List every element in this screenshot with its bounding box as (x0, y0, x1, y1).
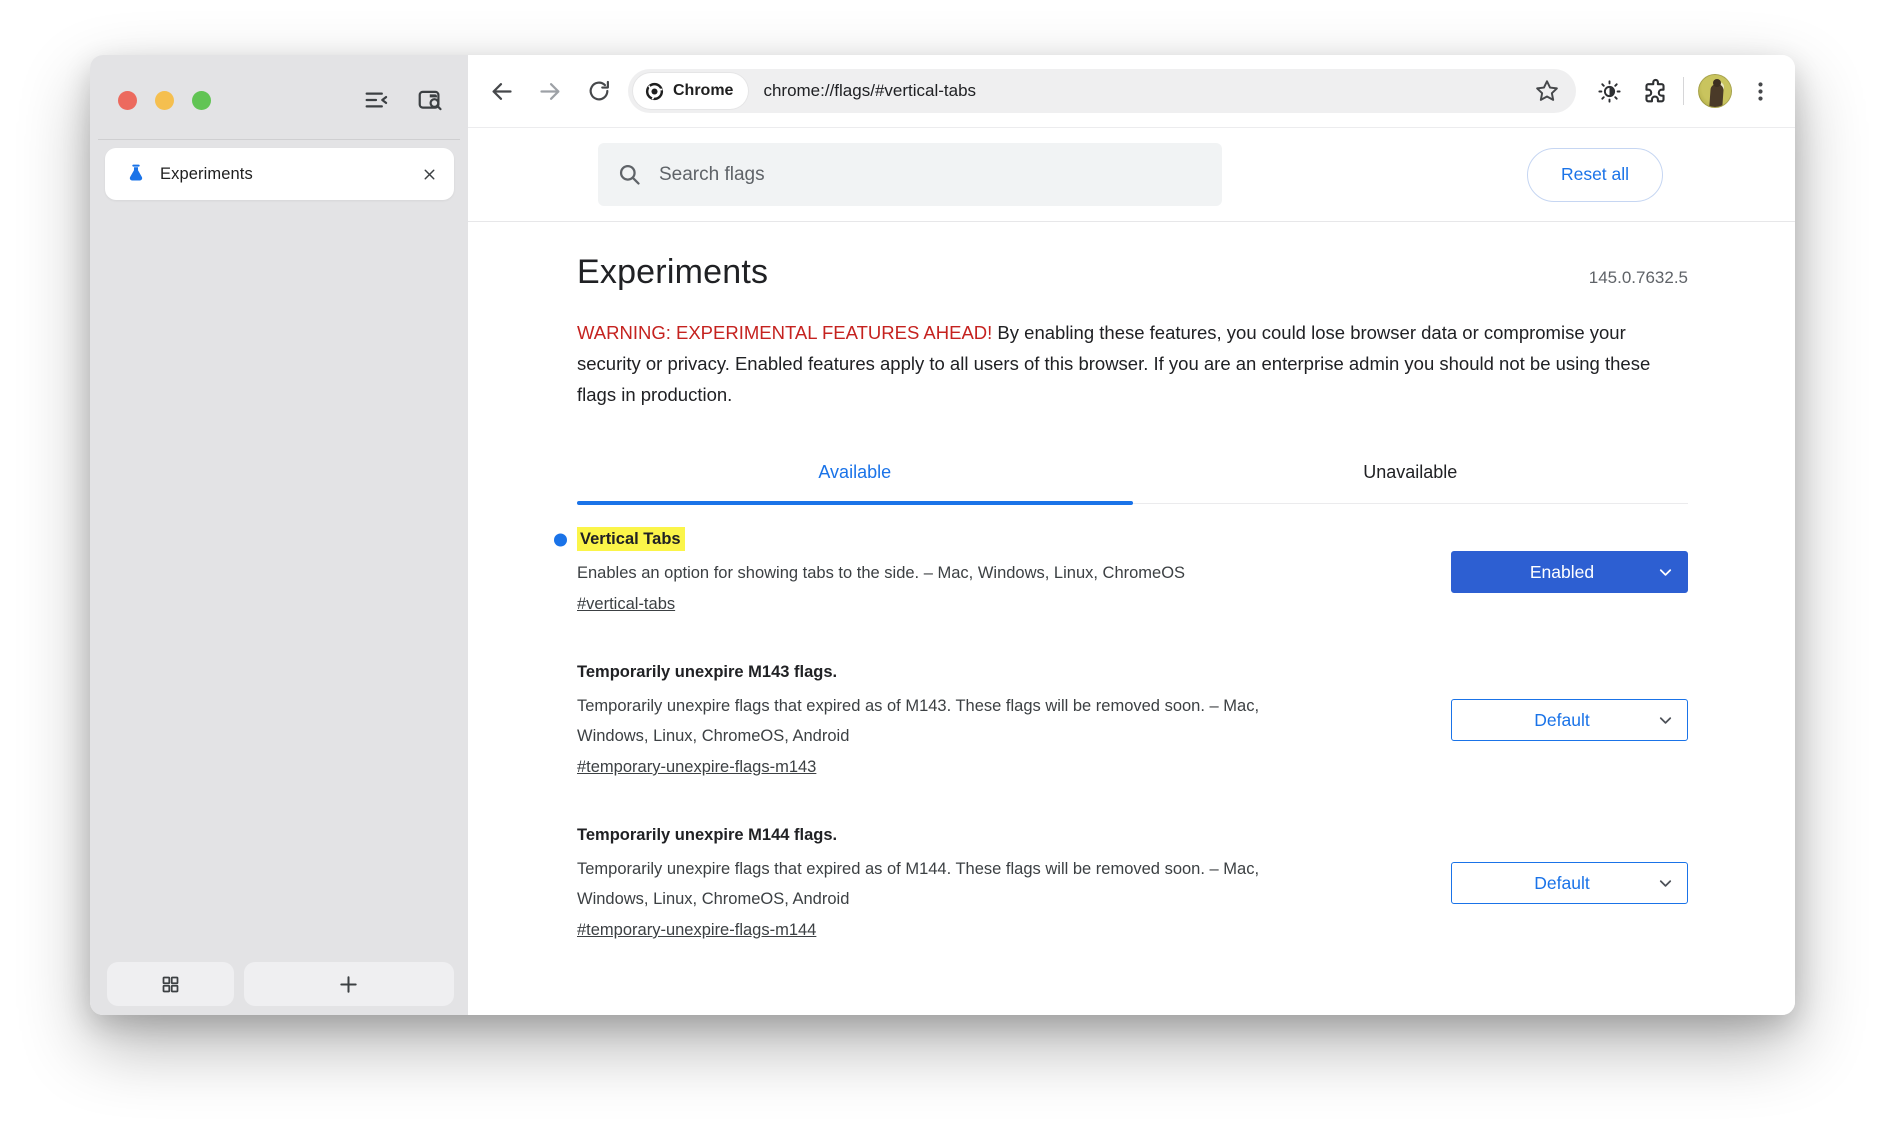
back-button[interactable] (488, 78, 515, 105)
flag-row-vertical-tabs: Vertical Tabs Enables an option for show… (577, 530, 1688, 614)
desktop: Experiments (0, 0, 1879, 1134)
flag-select-vertical-tabs[interactable]: Enabled (1451, 551, 1688, 593)
new-tab-button[interactable] (244, 962, 455, 1006)
tab-title: Experiments (160, 165, 421, 184)
browser-menu-button[interactable] (1748, 79, 1773, 104)
sidebar-divider (98, 139, 460, 140)
reload-icon (586, 78, 612, 104)
flag-permalink[interactable]: #temporary-unexpire-flags-m143 (577, 758, 816, 777)
close-window-button[interactable] (118, 91, 137, 110)
avatar (1698, 74, 1732, 108)
flag-permalink[interactable]: #temporary-unexpire-flags-m144 (577, 921, 816, 940)
window-controls (118, 91, 211, 110)
collapse-sidebar-icon (362, 86, 390, 114)
flag-description: Enables an option for showing tabs to th… (577, 558, 1185, 588)
search-flags-input[interactable] (659, 164, 1204, 186)
chrome-logo-icon (644, 81, 665, 102)
star-icon (1534, 78, 1560, 104)
tab-unavailable[interactable]: Unavailable (1133, 454, 1689, 503)
flag-select-value: Enabled (1468, 562, 1656, 583)
flag-select-unexpire-m144[interactable]: Default (1451, 862, 1688, 904)
collapse-sidebar-button[interactable] (362, 86, 390, 114)
experimental-warning: WARNING: EXPERIMENTAL FEATURES AHEAD! By… (577, 317, 1688, 410)
flags-page-header: Reset all (468, 128, 1795, 222)
sidebar-empty-area (90, 200, 468, 962)
flag-title: Vertical Tabs (577, 527, 685, 551)
toolbar-actions (1596, 74, 1773, 108)
vertical-tabs-sidebar: Experiments (90, 55, 468, 1015)
availability-tabs: Available Unavailable (577, 454, 1688, 503)
close-icon (421, 166, 438, 183)
chevron-down-icon (1656, 874, 1675, 893)
browser-window: Experiments (90, 55, 1795, 1015)
flags-content: Experiments 145.0.7632.5 WARNING: EXPERI… (468, 222, 1795, 1015)
minimize-window-button[interactable] (155, 91, 174, 110)
forward-arrow-icon (537, 78, 564, 105)
address-bar[interactable]: Chrome chrome://flags/#vertical-tabs (628, 69, 1576, 113)
sidebar-footer (90, 962, 468, 1015)
chevron-down-icon (1656, 711, 1675, 730)
grid-icon (160, 974, 181, 995)
site-info-chip[interactable]: Chrome (633, 73, 748, 109)
flag-select-value: Default (1468, 710, 1656, 731)
zoom-window-button[interactable] (192, 91, 211, 110)
tab-search-button[interactable] (416, 86, 444, 114)
tab-experiments[interactable]: Experiments (105, 148, 454, 200)
tab-available[interactable]: Available (577, 454, 1133, 503)
reset-all-button[interactable]: Reset all (1527, 148, 1663, 202)
three-dot-menu-icon (1748, 79, 1773, 104)
toolbar-separator (1683, 77, 1684, 105)
site-chip-label: Chrome (673, 82, 733, 100)
search-flags-box[interactable] (598, 143, 1222, 206)
flag-description: Temporarily unexpire flags that expired … (577, 691, 1307, 751)
theme-toggle-button[interactable] (1596, 78, 1623, 105)
plus-icon (337, 973, 360, 996)
puzzle-piece-icon (1641, 77, 1669, 105)
flag-description: Temporarily unexpire flags that expired … (577, 854, 1307, 914)
flag-select-value: Default (1468, 873, 1656, 894)
browser-toolbar: Chrome chrome://flags/#vertical-tabs (468, 55, 1795, 128)
brightness-icon (1596, 78, 1623, 105)
tab-close-button[interactable] (421, 166, 438, 183)
flags-flask-icon (125, 163, 147, 185)
profile-button[interactable] (1698, 74, 1732, 108)
tab-groups-button[interactable] (107, 962, 234, 1006)
tab-search-icon (416, 86, 444, 114)
flag-title: Temporarily unexpire M144 flags. (577, 826, 837, 844)
page-title: Experiments (577, 253, 768, 292)
back-arrow-icon (488, 78, 515, 105)
bookmark-button[interactable] (1534, 78, 1560, 104)
selected-flag-dot (554, 533, 567, 546)
flag-row-unexpire-m143: Temporarily unexpire M143 flags. Tempora… (577, 663, 1688, 777)
flag-row-unexpire-m144: Temporarily unexpire M144 flags. Tempora… (577, 826, 1688, 940)
warning-emphasis: WARNING: EXPERIMENTAL FEATURES AHEAD! (577, 322, 992, 343)
chevron-down-icon (1656, 563, 1675, 582)
browser-version: 145.0.7632.5 (1589, 268, 1688, 288)
flag-title: Temporarily unexpire M143 flags. (577, 663, 837, 681)
search-icon (616, 161, 643, 188)
main-pane: Chrome chrome://flags/#vertical-tabs (468, 55, 1795, 1015)
flag-permalink[interactable]: #vertical-tabs (577, 595, 675, 614)
flag-list: Vertical Tabs Enables an option for show… (577, 530, 1688, 940)
extensions-button[interactable] (1641, 77, 1669, 105)
url-text[interactable]: chrome://flags/#vertical-tabs (763, 81, 1534, 101)
reload-button[interactable] (586, 78, 612, 104)
sidebar-header (90, 55, 468, 139)
flag-select-unexpire-m143[interactable]: Default (1451, 699, 1688, 741)
forward-button[interactable] (537, 78, 564, 105)
